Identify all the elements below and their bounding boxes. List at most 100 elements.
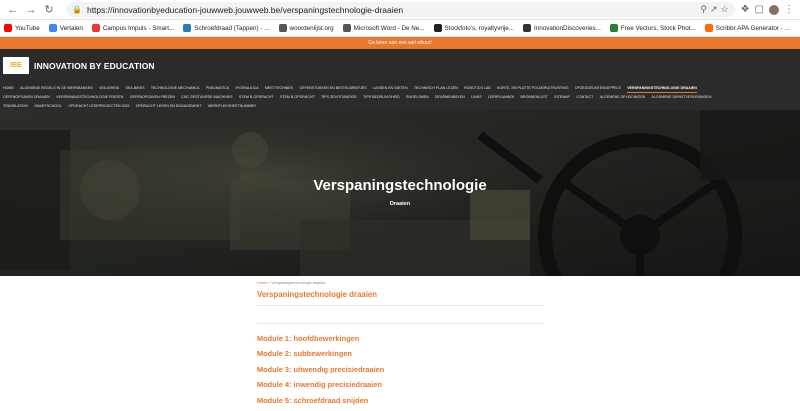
back-icon[interactable]: ← — [6, 3, 20, 17]
nav-item[interactable]: Oefenstukken en bestelbriefjes — [299, 84, 366, 93]
bookmark-item[interactable]: Vertalen — [48, 24, 83, 32]
nav-item[interactable]: Tips bedrijvigheid — [363, 93, 400, 101]
bookmark-label: Campus Impuls - Smart... — [102, 24, 175, 32]
module-link[interactable]: Module 4: inwendig precisiedraaien — [257, 380, 800, 395]
bookmark-item[interactable]: Schroefdraad (Tappen) - ... — [183, 24, 270, 32]
divider — [257, 323, 544, 324]
bookmark-label: Schroefdraad (Tappen) - ... — [194, 24, 270, 32]
bookmark-label: YouTube — [15, 24, 40, 32]
nav-item[interactable]: Technisch plan lezen — [414, 84, 458, 93]
module-link[interactable]: Module 3: uitwendig precisiedraaien — [257, 365, 800, 380]
nav-item[interactable]: Leerplannen — [488, 93, 514, 101]
nav-item[interactable]: Technologie mechanica — [151, 84, 200, 93]
nav-item[interactable]: Werkpleksheetnummer — [208, 102, 256, 110]
nav-item[interactable]: Contact — [576, 93, 593, 101]
bookmark-item[interactable]: woordenlijst.org — [278, 24, 334, 32]
site-logo[interactable]: IBE — [3, 57, 29, 74]
bookmark-favicon-icon — [48, 24, 57, 32]
bookmark-favicon-icon — [704, 24, 713, 32]
hero-title: Verspaningstechnologie — [313, 177, 487, 194]
menu-kebab-icon[interactable]: ⋮ — [784, 4, 794, 15]
nav-item[interactable]: Engelsmen — [406, 93, 429, 101]
bookmark-label: Vertalen — [59, 24, 83, 32]
profile-avatar[interactable] — [769, 4, 779, 15]
bookmark-favicon-icon — [433, 24, 442, 32]
nav-item[interactable]: Veiligheid — [99, 84, 119, 93]
nav-item[interactable]: Stem B-opdracht — [239, 93, 274, 101]
bookmark-favicon-icon — [4, 24, 12, 32]
nav-item[interactable]: Sitemap — [554, 93, 570, 101]
breadcrumb-current: Verspaningstechnologie draaien — [271, 281, 326, 285]
nav-item[interactable]: Links — [471, 93, 481, 101]
nav-item[interactable]: CNC gestuurde machines — [181, 93, 232, 101]
nav-item[interactable]: Hydraulica — [235, 84, 258, 93]
share-icon[interactable]: ↗ — [710, 4, 718, 15]
nav-item[interactable]: Opzegdeunteskeppels — [575, 84, 621, 93]
bookmark-item[interactable]: YouTube — [4, 24, 40, 32]
announcement-bar: Ga leren aan een wel sikuur! — [0, 37, 800, 49]
bookmark-item[interactable]: Campus Impuls - Smart... — [91, 24, 175, 32]
nav-item[interactable]: Tips zelfstandige — [321, 93, 357, 101]
bookmark-label: Microsoft Word - De Ne... — [353, 24, 425, 32]
nav-item[interactable]: Korte- en platte polderuitrusting — [497, 84, 569, 93]
nav-item[interactable]: Algemene regels in de werkbanken — [20, 84, 93, 93]
nav-item[interactable]: Verspaningstechnologie frezen — [56, 93, 123, 101]
nav-item[interactable]: Deurmeubelen — [435, 93, 465, 101]
bookmarks-bar: YouTube Vertalen Campus Impuls - Smart... S… — [0, 20, 800, 37]
bookmark-item[interactable]: Microsoft Word - De Ne... — [342, 24, 425, 32]
extensions-icon[interactable]: ❖ — [741, 4, 750, 15]
nav-item[interactable]: Robotics lab — [464, 84, 491, 93]
nav-item[interactable]: Pneumatica — [206, 84, 229, 93]
bookmark-label: Stockfoto's, royaltyvrije... — [444, 24, 514, 32]
site-header: IBE INNOVATION BY EDUCATION — [0, 49, 800, 82]
lock-icon[interactable]: 🔒 — [72, 5, 82, 14]
bookmark-favicon-icon — [91, 24, 100, 32]
logo-text: IBE — [10, 62, 22, 69]
module-link[interactable]: Module 5: schroefdraad snijden — [257, 396, 800, 411]
bookmark-label: Scribbr APA Generator - ... — [715, 24, 790, 32]
bookmark-item[interactable]: InnovationDiscoveries... — [523, 24, 601, 32]
breadcrumb-home-link[interactable]: Home — [257, 281, 267, 285]
nav-item[interactable]: Bronnenlijst — [521, 93, 548, 101]
module-link[interactable]: Module 2: subbewerkingen — [257, 349, 800, 364]
hero-subtitle: Draaien — [389, 201, 411, 207]
forward-icon[interactable]: → — [24, 3, 38, 17]
nav-item[interactable]: Home — [3, 84, 14, 93]
bookmark-item[interactable]: Free Vectors, Stock Phot... — [609, 24, 696, 32]
reload-icon[interactable]: ↻ — [42, 3, 56, 17]
announcement-text: Ga leren aan een wel sikuur! — [368, 40, 432, 46]
nav-item[interactable]: Smartschool — [34, 102, 62, 110]
breadcrumb: Home » Verspaningstechnologie draaien — [257, 281, 800, 285]
nav-item[interactable]: Algemene dienstverleningen — [652, 93, 712, 101]
bookmark-favicon-icon — [278, 24, 287, 32]
sidepanel-icon[interactable]: ▢ — [755, 4, 764, 15]
address-bar[interactable]: 🔒 https://innovationbyeducation-jouwweb.… — [66, 2, 735, 17]
nav-item[interactable]: Translation — [3, 102, 28, 110]
bookmark-item[interactable]: Scribbr APA Generator - ... — [704, 24, 790, 32]
site-title[interactable]: INNOVATION BY EDUCATION — [34, 61, 155, 71]
nav-item[interactable]: Sea-Bikes — [126, 84, 145, 93]
page-title: Verspaningstechnologie draaien — [257, 290, 378, 299]
nav-item[interactable]: Lassen en gieten — [373, 84, 408, 93]
bookmark-star-icon[interactable]: ☆ — [721, 4, 729, 15]
zoom-icon[interactable]: ⚲ — [700, 4, 707, 15]
nav-item[interactable]: Verspaningstechnologie draaien — [627, 84, 697, 94]
nav-item[interactable]: Oefenopgaven draaien — [3, 93, 50, 101]
module-link[interactable]: Module 1: hoofdbewerkingen — [257, 334, 800, 349]
nav-item[interactable]: Oefenopgaven frezen — [130, 93, 175, 101]
nav-item[interactable]: Meettechniek — [265, 84, 293, 93]
hero-banner: Verspaningstechnologie Draaien — [0, 110, 800, 276]
main-content: Home » Verspaningstechnologie draaien Ve… — [0, 281, 800, 411]
bookmark-label: Free Vectors, Stock Phot... — [620, 24, 696, 32]
browser-toolbar: ← → ↻ 🔒 https://innovationbyeducation-jo… — [0, 0, 800, 20]
bookmark-favicon-icon — [609, 24, 618, 32]
nav-row-2: Oefenopgaven draaien Verspaningstechnolog… — [3, 93, 797, 101]
bookmark-label: InnovationDiscoveries... — [534, 24, 601, 32]
bookmark-favicon-icon — [523, 24, 531, 32]
nav-item[interactable]: Stem B-opdracht — [280, 93, 315, 101]
nav-item[interactable]: Opdracht leerprojecten 2022 — [68, 102, 129, 110]
nav-item[interactable]: Opdracht Leren en engagement — [136, 102, 202, 110]
nav-item[interactable]: Algemene opleidingen — [600, 93, 646, 101]
nav-row-1: Home Algemene regels in de werkbanken Veil… — [3, 84, 797, 94]
bookmark-item[interactable]: Stockfoto's, royaltyvrije... — [433, 24, 514, 32]
